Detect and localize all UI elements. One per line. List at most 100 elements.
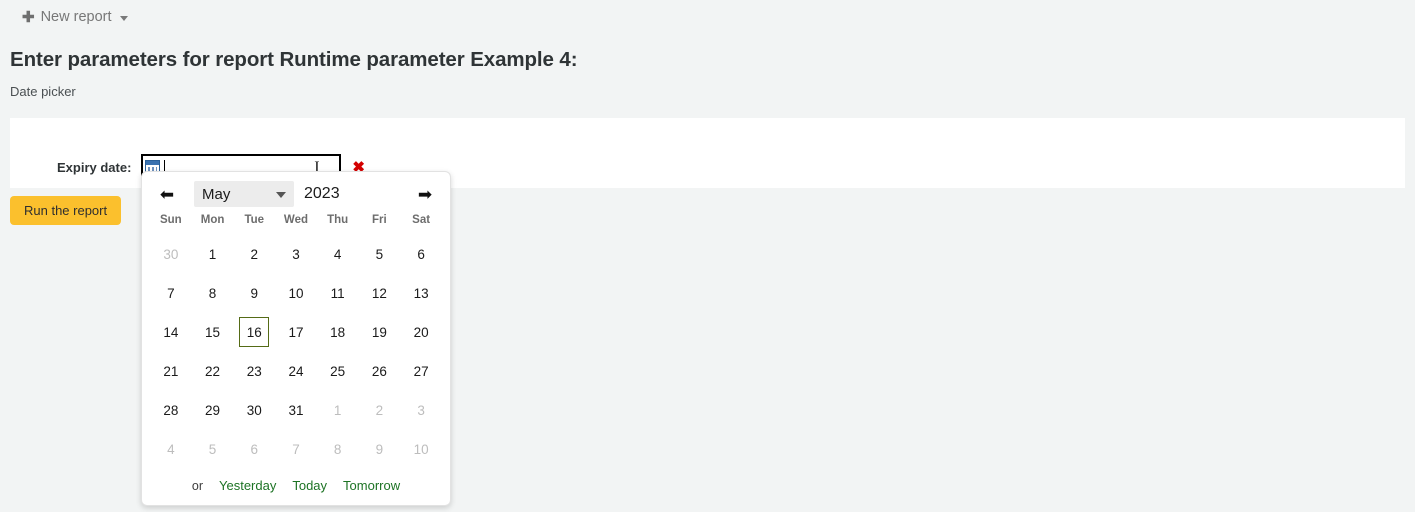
day-17[interactable]: 17 xyxy=(281,317,311,347)
run-report-button[interactable]: Run the report xyxy=(10,196,122,225)
day-10[interactable]: 10 xyxy=(281,278,311,308)
calendar-week-row: 14 15 16 17 18 19 20 xyxy=(150,312,442,351)
weekday-header-sun: Sun xyxy=(159,214,182,226)
day-6-adjacent[interactable]: 6 xyxy=(239,434,269,464)
day-27[interactable]: 27 xyxy=(406,356,436,386)
calendar-cell: 10 xyxy=(275,273,317,312)
day-6[interactable]: 6 xyxy=(406,239,436,269)
day-10-adjacent[interactable]: 10 xyxy=(406,434,436,464)
day-30[interactable]: 30 xyxy=(239,395,269,425)
datepicker-popup: ⬅ JanuaryFebruaryMarchAprilMayJuneJulyAu… xyxy=(141,171,451,506)
new-report-menu[interactable]: ✚ New report xyxy=(22,9,128,25)
day-23[interactable]: 23 xyxy=(239,356,269,386)
calendar-cell: 3 xyxy=(400,390,442,429)
weekday-header-row: Sun Mon Tue Wed Thu Fri Sat xyxy=(150,210,442,234)
year-label: 2023 xyxy=(304,185,340,202)
next-month-arrow-icon[interactable]: ➡ xyxy=(412,186,438,203)
calendar-cell: 31 xyxy=(275,390,317,429)
calendar-cell: 9 xyxy=(233,273,275,312)
day-20[interactable]: 20 xyxy=(406,317,436,347)
day-7[interactable]: 7 xyxy=(156,278,186,308)
calendar-cell: 8 xyxy=(317,429,359,468)
calendar-cell: 2 xyxy=(233,234,275,273)
plus-icon: ✚ xyxy=(22,8,35,26)
prev-month-arrow-icon[interactable]: ⬅ xyxy=(154,186,180,203)
day-8[interactable]: 8 xyxy=(198,278,228,308)
calendar-cell: 7 xyxy=(275,429,317,468)
day-29[interactable]: 29 xyxy=(198,395,228,425)
day-24[interactable]: 24 xyxy=(281,356,311,386)
calendar-cell: 18 xyxy=(317,312,359,351)
calendar-cell: 1 xyxy=(192,234,234,273)
calendar-cell: 21 xyxy=(150,351,192,390)
calendar-body: 30 1 2 3 4 5 6 7 8 9 10 11 12 13 14 15 16 17 18 19 20 21 22 23 2… xyxy=(150,234,442,468)
calendar-cell: 4 xyxy=(150,429,192,468)
quick-link-yesterday[interactable]: Yesterday xyxy=(219,478,276,493)
day-1-adjacent[interactable]: 1 xyxy=(323,395,353,425)
calendar-cell: 22 xyxy=(192,351,234,390)
day-11[interactable]: 11 xyxy=(323,278,353,308)
calendar-cell: 23 xyxy=(233,351,275,390)
day-9[interactable]: 9 xyxy=(239,278,269,308)
month-select-wrap[interactable]: JanuaryFebruaryMarchAprilMayJuneJulyAugu… xyxy=(180,181,294,207)
day-31[interactable]: 31 xyxy=(281,395,311,425)
day-4-adjacent[interactable]: 4 xyxy=(156,434,186,464)
day-1[interactable]: 1 xyxy=(198,239,228,269)
calendar-week-row: 30 1 2 3 4 5 6 xyxy=(150,234,442,273)
month-select[interactable]: JanuaryFebruaryMarchAprilMayJuneJulyAugu… xyxy=(194,181,294,207)
top-toolbar: ✚ New report xyxy=(0,0,1415,38)
day-4[interactable]: 4 xyxy=(323,239,353,269)
day-22[interactable]: 22 xyxy=(198,356,228,386)
day-3[interactable]: 3 xyxy=(281,239,311,269)
calendar-cell: 8 xyxy=(192,273,234,312)
day-19[interactable]: 19 xyxy=(364,317,394,347)
calendar-week-row: 28 29 30 31 1 2 3 xyxy=(150,390,442,429)
day-14[interactable]: 14 xyxy=(156,317,186,347)
day-30-adjacent[interactable]: 30 xyxy=(156,239,186,269)
new-report-label: New report xyxy=(40,9,112,25)
datepicker-header: ⬅ JanuaryFebruaryMarchAprilMayJuneJulyAu… xyxy=(150,178,442,210)
calendar-week-row: 7 8 9 10 11 12 13 xyxy=(150,273,442,312)
day-15[interactable]: 15 xyxy=(198,317,228,347)
calendar-cell: 17 xyxy=(275,312,317,351)
day-21[interactable]: 21 xyxy=(156,356,186,386)
calendar-week-row: 4 5 6 7 8 9 10 xyxy=(150,429,442,468)
day-8-adjacent[interactable]: 8 xyxy=(323,434,353,464)
calendar-cell: 19 xyxy=(359,312,401,351)
weekday-header-sat: Sat xyxy=(412,214,431,226)
day-16[interactable]: 16 xyxy=(239,316,270,347)
calendar-cell: 24 xyxy=(275,351,317,390)
calendar-cell: 14 xyxy=(150,312,192,351)
calendar-cell: 1 xyxy=(317,390,359,429)
day-7-adjacent[interactable]: 7 xyxy=(281,434,311,464)
day-5-adjacent[interactable]: 5 xyxy=(198,434,228,464)
quick-link-today[interactable]: Today xyxy=(292,478,327,493)
page-subtitle: Date picker xyxy=(10,84,76,99)
day-18[interactable]: 18 xyxy=(323,317,353,347)
day-5[interactable]: 5 xyxy=(364,239,394,269)
calendar-cell: 12 xyxy=(359,273,401,312)
calendar-cell: 3 xyxy=(275,234,317,273)
calendar-cell: 13 xyxy=(400,273,442,312)
calendar-cell: 30 xyxy=(150,234,192,273)
day-2-adjacent[interactable]: 2 xyxy=(364,395,394,425)
weekday-header-mon: Mon xyxy=(200,214,225,226)
calendar-cell: 10 xyxy=(400,429,442,468)
day-26[interactable]: 26 xyxy=(364,356,394,386)
calendar-cell: 25 xyxy=(317,351,359,390)
day-2[interactable]: 2 xyxy=(239,239,269,269)
calendar-cell: 27 xyxy=(400,351,442,390)
calendar-cell: 30 xyxy=(233,390,275,429)
day-12[interactable]: 12 xyxy=(364,278,394,308)
quick-link-tomorrow[interactable]: Tomorrow xyxy=(343,478,400,493)
day-28[interactable]: 28 xyxy=(156,395,186,425)
calendar-cell: 6 xyxy=(400,234,442,273)
calendar-cell: 28 xyxy=(150,390,192,429)
calendar-cell: 9 xyxy=(359,429,401,468)
calendar-week-row: 21 22 23 24 25 26 27 xyxy=(150,351,442,390)
day-9-adjacent[interactable]: 9 xyxy=(364,434,394,464)
day-25[interactable]: 25 xyxy=(323,356,353,386)
day-3-adjacent[interactable]: 3 xyxy=(406,395,436,425)
day-13[interactable]: 13 xyxy=(406,278,436,308)
or-label: or xyxy=(191,478,203,493)
